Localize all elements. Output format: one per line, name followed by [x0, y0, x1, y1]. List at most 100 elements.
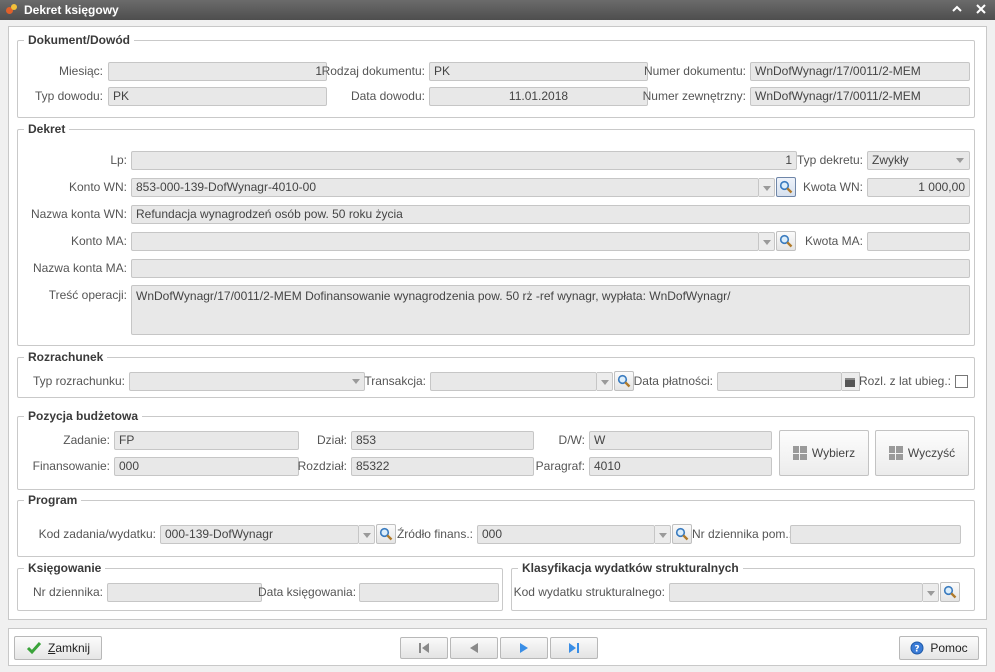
grid-icon: [792, 446, 807, 460]
checkmark-icon: [26, 642, 42, 655]
nazwa-konta-ma-field[interactable]: [131, 259, 970, 278]
rodzaj-dokumentu-label: Rodzaj dokumentu:: [321, 64, 425, 78]
konto-ma-field[interactable]: [131, 232, 759, 251]
lp-field[interactable]: 1: [131, 151, 797, 170]
numer-zewnetrzny-field[interactable]: WnDofWynagr/17/0011/2-MEM: [750, 87, 970, 106]
kwota-wn-field[interactable]: 1 000,00: [867, 178, 970, 197]
search-icon: [617, 374, 631, 388]
konto-wn-label: Konto WN:: [68, 180, 127, 194]
dekret-legend: Dekret: [24, 122, 70, 136]
kod-zadania-label: Kod zadania/wydatku:: [38, 527, 156, 541]
tresc-operacji-textarea[interactable]: WnDofWynagr/17/0011/2-MEM Dofinansowanie…: [131, 285, 970, 335]
kod-wydatku-field[interactable]: [669, 583, 923, 602]
klasyfikacja-legend: Klasyfikacja wydatków strukturalnych: [518, 561, 743, 575]
window-title: Dekret księgowy: [24, 3, 119, 17]
data-ksiegowania-label: Data księgowania:: [258, 585, 357, 599]
konto-wn-field[interactable]: 853-000-139-DofWynagr-4010-00: [131, 178, 759, 197]
typ-rozrachunku-select[interactable]: [129, 372, 365, 391]
svg-text:?: ?: [915, 645, 920, 655]
ksiegowanie-group: Księgowanie Nr dziennika: Data księgowan…: [17, 561, 503, 611]
last-record-icon: [569, 643, 579, 653]
zrodlo-finans-field[interactable]: 000: [477, 525, 655, 544]
finansowanie-label: Finansowanie:: [32, 459, 110, 473]
wyczysc-button-label: Wyczyść: [907, 446, 956, 460]
zadanie-field[interactable]: FP: [114, 431, 299, 450]
transakcja-dropdown-icon[interactable]: [597, 372, 613, 391]
wybierz-button-label: Wybierz: [811, 446, 856, 460]
miesiac-field[interactable]: 1: [108, 62, 327, 81]
ksiegowanie-legend: Księgowanie: [24, 561, 106, 575]
kod-zadania-dropdown-icon[interactable]: [359, 525, 375, 544]
nr-dziennika-field[interactable]: [107, 583, 262, 602]
transakcja-field[interactable]: [430, 372, 597, 391]
rodzaj-dokumentu-field[interactable]: PK: [429, 62, 648, 81]
data-ksiegowania-field[interactable]: [359, 583, 499, 602]
pozycja-budzetowa-legend: Pozycja budżetowa: [24, 409, 143, 423]
kod-zadania-search-button[interactable]: [376, 524, 396, 544]
kwota-wn-label: Kwota WN:: [802, 180, 863, 194]
numer-zewnetrzny-label: Numer zewnętrzny:: [642, 89, 746, 103]
dzial-label: Dział:: [316, 433, 347, 447]
numer-dokumentu-field[interactable]: WnDofWynagr/17/0011/2-MEM: [750, 62, 970, 81]
nr-dziennika-pom-label: Nr dziennika pom.:: [692, 527, 793, 541]
app-icon: [6, 4, 18, 16]
program-legend: Program: [24, 493, 82, 507]
minimize-icon[interactable]: [948, 2, 966, 18]
rozl-z-lat-checkbox[interactable]: [955, 375, 968, 388]
close-icon[interactable]: [972, 2, 990, 18]
rozdzial-field[interactable]: 85322: [351, 457, 534, 476]
typ-dekretu-label: Typ dekretu:: [796, 153, 863, 167]
tresc-operacji-label: Treść operacji:: [48, 288, 127, 302]
data-platnosci-field[interactable]: [717, 372, 842, 391]
zrodlo-finans-dropdown-icon[interactable]: [655, 525, 671, 544]
klasyfikacja-group: Klasyfikacja wydatków strukturalnych Kod…: [511, 561, 975, 611]
data-dowodu-field[interactable]: 11.01.2018: [429, 87, 648, 106]
kod-wydatku-dropdown-icon[interactable]: [923, 583, 939, 602]
kod-wydatku-label: Kod wydatku strukturalnego:: [513, 585, 665, 599]
help-icon: ?: [910, 641, 924, 655]
first-record-button[interactable]: [400, 637, 448, 659]
dekret-form-panel: Dokument/Dowód Miesiąc: 1 Rodzaj dokumen…: [8, 26, 987, 620]
program-group: Program Kod zadania/wydatku: 000-139-Dof…: [17, 493, 975, 557]
next-record-icon: [520, 643, 528, 653]
dzial-field[interactable]: 853: [351, 431, 534, 450]
konto-ma-dropdown-icon[interactable]: [759, 232, 775, 251]
bottom-toolbar: Zamknij ? Pomoc: [8, 628, 987, 666]
wybierz-button[interactable]: Wybierz: [779, 430, 869, 476]
konto-wn-dropdown-icon[interactable]: [759, 178, 775, 197]
typ-dowodu-field[interactable]: PK: [108, 87, 327, 106]
paragraf-field[interactable]: 4010: [589, 457, 772, 476]
kod-zadania-field[interactable]: 000-139-DofWynagr: [160, 525, 359, 544]
zamknij-button-label: Zamknij: [47, 641, 91, 655]
konto-ma-label: Konto MA:: [70, 234, 127, 248]
previous-record-icon: [470, 643, 478, 653]
last-record-button[interactable]: [550, 637, 598, 659]
typ-dekretu-dropdown-icon[interactable]: [952, 151, 968, 170]
kwota-ma-label: Kwota MA:: [804, 234, 863, 248]
paragraf-label: Paragraf:: [535, 459, 585, 473]
kwota-ma-field[interactable]: [867, 232, 970, 251]
search-icon: [943, 585, 957, 599]
dekret-group: Dekret Lp: 1 Typ dekretu: Zwykły Konto W…: [17, 122, 975, 346]
search-icon: [675, 527, 689, 541]
pomoc-button[interactable]: ? Pomoc: [899, 636, 979, 660]
zamknij-button[interactable]: Zamknij: [14, 636, 102, 660]
previous-record-button[interactable]: [450, 637, 498, 659]
dw-label: D/W:: [558, 433, 585, 447]
grid-icon: [888, 446, 903, 460]
miesiac-label: Miesiąc:: [58, 64, 103, 78]
data-platnosci-label: Data płatności:: [633, 374, 713, 388]
nr-dziennika-pom-field[interactable]: [790, 525, 961, 544]
finansowanie-field[interactable]: 000: [114, 457, 299, 476]
pomoc-button-label: Pomoc: [930, 641, 968, 655]
nazwa-konta-wn-field[interactable]: Refundacja wynagrodzeń osób pow. 50 roku…: [131, 205, 970, 224]
window-titlebar: Dekret księgowy: [0, 0, 995, 20]
zrodlo-finans-label: Źródło finans.:: [396, 527, 473, 541]
wyczysc-button[interactable]: Wyczyść: [875, 430, 969, 476]
dw-field[interactable]: W: [589, 431, 772, 450]
next-record-button[interactable]: [500, 637, 548, 659]
rozdzial-label: Rozdział:: [297, 459, 347, 473]
rozl-z-lat-label: Rozl. z lat ubieg.:: [858, 374, 951, 388]
kod-wydatku-search-button[interactable]: [940, 582, 960, 602]
zrodlo-finans-search-button[interactable]: [672, 524, 692, 544]
